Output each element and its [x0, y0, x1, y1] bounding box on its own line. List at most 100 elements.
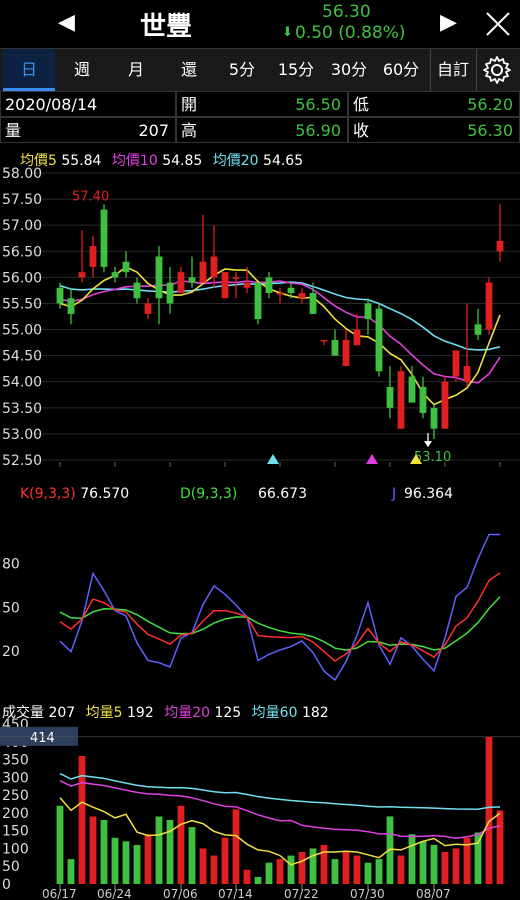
candle-body: [221, 272, 229, 299]
volume-bar: [320, 844, 328, 884]
tab-restore[interactable]: 還: [163, 49, 215, 91]
tab-day[interactable]: 日: [3, 49, 55, 91]
low-cell: 低 56.20: [348, 91, 520, 117]
close-icon[interactable]: [484, 10, 512, 38]
volume-tick-label: 200: [2, 806, 29, 822]
candle-body: [67, 298, 75, 314]
kd-tick-label: 80: [2, 557, 20, 573]
volume-bar: [210, 855, 218, 884]
down-arrow-icon: ⬇: [282, 25, 293, 40]
candle-body: [320, 339, 328, 342]
prev-stock-button[interactable]: ◀: [58, 10, 75, 35]
date-tick-label: 06/17: [42, 887, 77, 900]
volume-bar: [430, 844, 438, 884]
event-marker-icon: [267, 454, 279, 464]
volume-bar: [221, 837, 229, 884]
price-tick-label: 55.00: [2, 323, 42, 339]
candle-body: [441, 381, 449, 429]
vol-ma5-label: 均量5: [85, 705, 123, 721]
candle-body: [199, 261, 207, 283]
tab-month[interactable]: 月: [110, 49, 162, 91]
date-tick-label: 07/30: [350, 887, 385, 900]
stock-name: 世豐: [140, 12, 193, 42]
volume-bar: [166, 820, 174, 884]
tab-30min[interactable]: 30分: [323, 49, 375, 91]
gear-icon[interactable]: [482, 55, 512, 85]
volume-bar: [254, 876, 262, 884]
volume-bar: [100, 820, 108, 884]
volume-bar: [232, 809, 240, 884]
close-cell: 收 56.30: [348, 117, 520, 143]
kd-tick-label: 20: [2, 644, 20, 660]
candle-body: [375, 308, 383, 372]
volume-bar: [265, 862, 273, 884]
volume-bar: [155, 816, 163, 884]
candle-body: [144, 303, 152, 314]
low-label: 低: [353, 95, 370, 114]
vol-value: 207: [48, 705, 76, 721]
candle-body: [298, 293, 306, 299]
volume-bar: [375, 859, 383, 884]
d-line: [59, 596, 501, 651]
price-tick-label: 57.50: [2, 192, 42, 208]
current-price: 56.30: [322, 2, 371, 22]
volume-bar: [78, 756, 86, 884]
candle-body: [78, 272, 86, 278]
candle-body: [474, 324, 482, 335]
volume-bar: [111, 837, 119, 884]
j-value: 96.364: [404, 486, 453, 502]
date-tick-label: 07/06: [163, 887, 198, 900]
date-tick-label: 07/14: [218, 887, 253, 900]
volume-bar: [309, 848, 317, 884]
candle-body: [89, 246, 97, 267]
low-arrowhead-icon: [424, 441, 432, 448]
candle-body: [364, 303, 372, 320]
d-label: D(9,3,3): [180, 486, 238, 502]
ma-legend: 均價5 55.84 均價10 54.85 均價20 54.65: [20, 150, 303, 170]
volume-ma5-line: [59, 797, 501, 866]
tab-15min[interactable]: 15分: [270, 49, 322, 91]
tab-60min[interactable]: 60分: [375, 49, 427, 91]
date-tick-label: 06/24: [97, 887, 132, 900]
vol-ma5-value: 192: [127, 705, 154, 721]
tab-week[interactable]: 週: [56, 49, 108, 91]
price-tick-label: 56.00: [2, 270, 42, 286]
volume-bar: [188, 827, 196, 884]
volume-value: 207: [138, 121, 169, 140]
candle-body: [276, 293, 284, 295]
candle-body: [397, 371, 405, 429]
k-label: K(9,3,3): [20, 486, 76, 502]
ma10-value: 54.85: [162, 153, 203, 169]
high-value: 56.90: [295, 121, 341, 140]
candle-body: [210, 256, 218, 278]
price-tick-label: 57.00: [2, 218, 42, 234]
volume-bar: [353, 855, 361, 884]
volume-bar: [144, 834, 152, 884]
volume-bar: [496, 810, 504, 884]
volume-tick-label: 150: [2, 824, 29, 840]
j-line: [59, 533, 500, 682]
price-tick-label: 54.00: [2, 375, 42, 391]
volume-bar: [419, 841, 427, 884]
volume-tick-label: 250: [2, 788, 29, 804]
candle-body: [496, 240, 504, 252]
volume-bar: [287, 855, 295, 884]
k-line: [59, 572, 501, 662]
date-value: 2020/08/14: [5, 95, 98, 114]
tab-5min[interactable]: 5分: [217, 49, 267, 91]
volume-bar: [342, 852, 350, 884]
volume-tick-label: 400: [2, 735, 29, 751]
volume-tick-label: 0: [2, 877, 11, 893]
vol-ma20-label: 均量20: [164, 705, 211, 721]
open-label: 開: [181, 95, 198, 114]
next-stock-button[interactable]: ▶: [440, 10, 457, 35]
volume-highlight-label: 414: [30, 731, 55, 746]
price-tick-label: 56.50: [2, 244, 42, 260]
ma5-value: 55.84: [61, 153, 102, 169]
candle-body: [419, 386, 427, 414]
volume-label: 量: [5, 121, 22, 140]
open-value: 56.50: [295, 95, 341, 114]
period-tabs: 日 週 月 還 5分 15分 30分 60分 自訂: [0, 48, 520, 92]
tab-custom[interactable]: 自訂: [431, 49, 475, 91]
volume-bar: [276, 859, 284, 884]
